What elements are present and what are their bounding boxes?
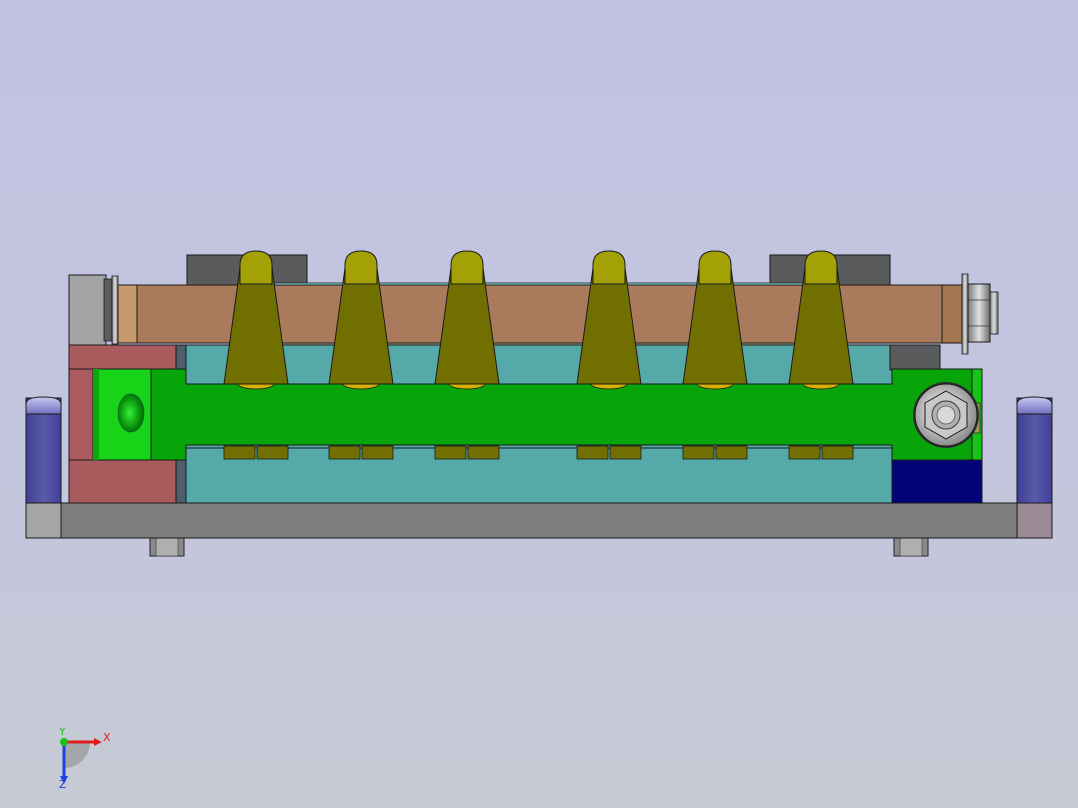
pin-lower-tab [256,445,289,460]
pin-lower-tab [715,445,748,460]
pin-lower-tab [609,445,642,460]
orientation-triad: X Z Y [58,728,111,791]
mounting-foot-left[interactable] [149,537,185,557]
pin-lower-tab [576,445,609,460]
shaft-nut-right[interactable] [961,273,999,355]
pin-lower-tab [821,445,854,460]
pin-tip [592,250,626,285]
pin-lower-tab [682,445,715,460]
pin-lower-tab [361,445,394,460]
x-axis-label: X [103,731,111,744]
pin-tip [698,250,732,285]
clamp-pin[interactable] [434,250,500,390]
y-axis-label: Y [58,728,66,738]
side-block-left[interactable] [25,396,62,504]
clamp-pin[interactable] [682,250,748,390]
pin-lower-tab [328,445,361,460]
pin-tip [239,250,273,285]
left-bracket[interactable] [68,274,119,346]
pin-lower-tab [467,445,500,460]
clamp-pin[interactable] [328,250,394,390]
y-axis-dot [60,738,68,746]
pin-tip [804,250,838,285]
pin-lower-tab [434,445,467,460]
base-plate[interactable] [25,502,1053,539]
pivot-nut[interactable] [913,382,979,448]
pivot-hole [117,393,145,433]
pin-lower-tab [788,445,821,460]
cad-viewport[interactable] [0,0,1078,808]
triad-quarter-disc [64,742,90,768]
x-arrow-icon [94,738,102,746]
pin-tip [344,250,378,285]
side-block-right[interactable] [1016,396,1053,504]
z-axis-label: Z [59,778,67,791]
clamp-pin[interactable] [576,250,642,390]
pin-lower-tab [223,445,256,460]
pin-tip [450,250,484,285]
mounting-foot-right[interactable] [893,537,929,557]
